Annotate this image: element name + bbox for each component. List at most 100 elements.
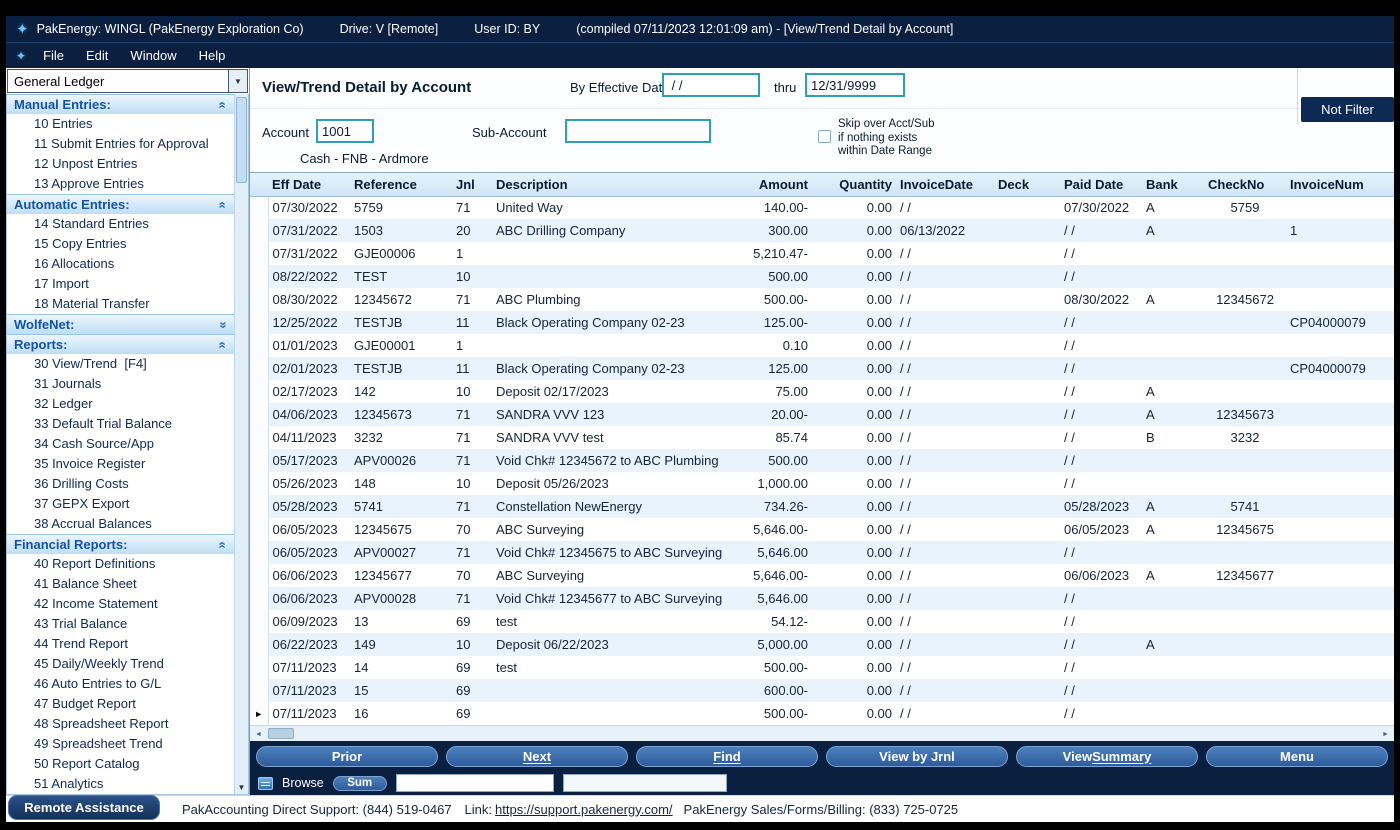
sidebar-item-32-ledger[interactable]: 32 Ledger: [7, 394, 234, 414]
sidebar-item-49-spreadsheet-trend[interactable]: 49 Spreadsheet Trend: [7, 734, 234, 754]
chevron-collapse-icon[interactable]: «: [217, 541, 227, 548]
col-header-description[interactable]: Description: [492, 173, 736, 196]
table-row[interactable]: 07/11/20231569600.00-0.00/ // /: [250, 679, 1394, 702]
sidebar-item-51-analytics[interactable]: 51 Analytics: [7, 774, 234, 794]
sidebar-item-18-material-transfer[interactable]: 18 Material Transfer: [7, 294, 234, 314]
chevron-collapse-icon[interactable]: «: [217, 341, 227, 348]
sidebar-item-30-view-trend-f4[interactable]: 30 View/Trend [F4]: [7, 354, 234, 374]
sidebar-item-48-spreadsheet-report[interactable]: 48 Spreadsheet Report: [7, 714, 234, 734]
table-row[interactable]: ►07/11/20231669500.00-0.00/ // /: [250, 702, 1394, 725]
table-row[interactable]: 05/17/2023APV0002671Void Chk# 12345672 t…: [250, 449, 1394, 472]
sidebar-item-46-auto-entries-to-g-l[interactable]: 46 Auto Entries to G/L: [7, 674, 234, 694]
button-view-by-jrnl[interactable]: View by Jrnl: [826, 746, 1008, 767]
button-menu[interactable]: Menu: [1206, 746, 1388, 767]
skip-checkbox[interactable]: [818, 130, 831, 143]
sidebar-section-manual-entries[interactable]: Manual Entries:«: [7, 94, 234, 114]
button-prior[interactable]: Prior: [256, 746, 438, 767]
table-row[interactable]: 07/31/2022GJE0000615,210.47-0.00/ // /: [250, 242, 1394, 265]
col-header-invoicedate[interactable]: InvoiceDate: [896, 173, 994, 196]
sidebar-section-financial-reports[interactable]: Financial Reports:«: [7, 534, 234, 554]
sidebar-item-13-approve-entries[interactable]: 13 Approve Entries: [7, 174, 234, 194]
sidebar-item-41-balance-sheet[interactable]: 41 Balance Sheet: [7, 574, 234, 594]
sidebar-item-47-budget-report[interactable]: 47 Budget Report: [7, 694, 234, 714]
chevron-collapse-icon[interactable]: «: [217, 101, 227, 108]
button-next[interactable]: Next: [446, 746, 628, 767]
table-row[interactable]: 08/22/2022TEST10500.000.00/ // /: [250, 265, 1394, 288]
table-row[interactable]: 06/06/20231234567770ABC Surveying5,646.0…: [250, 564, 1394, 587]
table-row[interactable]: 02/17/202314210Deposit 02/17/202375.000.…: [250, 380, 1394, 403]
browse-secondary-input[interactable]: [563, 774, 727, 792]
support-link[interactable]: https://support.pakenergy.com/: [495, 802, 673, 817]
sidebar-item-10-entries[interactable]: 10 Entries: [7, 114, 234, 134]
table-row[interactable]: 04/06/20231234567371SANDRA VVV 12320.00-…: [250, 403, 1394, 426]
table-row[interactable]: 07/30/2022575971United Way140.00-0.00/ /…: [250, 196, 1394, 219]
sidebar-item-36-drilling-costs[interactable]: 36 Drilling Costs: [7, 474, 234, 494]
col-header-amount[interactable]: Amount: [736, 173, 812, 196]
menu-file[interactable]: File: [32, 44, 75, 67]
sidebar-item-38-accrual-balances[interactable]: 38 Accrual Balances: [7, 514, 234, 534]
button-find[interactable]: Find: [636, 746, 818, 767]
col-header-checkno[interactable]: CheckNo: [1204, 173, 1286, 196]
chevron-down-icon[interactable]: ▼: [228, 70, 247, 92]
col-header-bank[interactable]: Bank: [1142, 173, 1204, 196]
scroll-right-icon[interactable]: ►: [1378, 727, 1393, 741]
sidebar-section-reports[interactable]: Reports:«: [7, 334, 234, 354]
sidebar-item-35-invoice-register[interactable]: 35 Invoice Register: [7, 454, 234, 474]
table-row[interactable]: 01/01/2023GJE0000110.100.00/ // /: [250, 334, 1394, 357]
hscroll-thumb[interactable]: [268, 728, 294, 739]
sidebar-scrollbar[interactable]: ▼: [234, 94, 248, 794]
not-filter-button[interactable]: Not Filter: [1301, 97, 1394, 122]
scrollbar-thumb[interactable]: [236, 97, 247, 183]
effective-date-to-input[interactable]: [805, 73, 905, 97]
chevron-expand-icon[interactable]: «: [217, 321, 227, 328]
sidebar-item-16-allocations[interactable]: 16 Allocations: [7, 254, 234, 274]
table-row[interactable]: 04/11/2023323271SANDRA VVV test85.740.00…: [250, 426, 1394, 449]
col-header-quantity[interactable]: Quantity: [812, 173, 896, 196]
sidebar-section-automatic-entries[interactable]: Automatic Entries:«: [7, 194, 234, 214]
sidebar-item-43-trial-balance[interactable]: 43 Trial Balance: [7, 614, 234, 634]
module-selector[interactable]: General Ledger ▼: [7, 69, 248, 93]
col-header-reference[interactable]: Reference: [350, 173, 452, 196]
sidebar-item-34-cash-source-app[interactable]: 34 Cash Source/App: [7, 434, 234, 454]
sidebar-item-11-submit-entries-for-approval[interactable]: 11 Submit Entries for Approval: [7, 134, 234, 154]
subaccount-input[interactable]: [565, 119, 711, 143]
table-row[interactable]: 07/31/2022150320ABC Drilling Company300.…: [250, 219, 1394, 242]
col-header-invoicenum[interactable]: InvoiceNum: [1286, 173, 1394, 196]
remote-assistance-button[interactable]: Remote Assistance: [8, 795, 160, 820]
sidebar-item-44-trend-report[interactable]: 44 Trend Report: [7, 634, 234, 654]
col-header-paid-date[interactable]: Paid Date: [1060, 173, 1142, 196]
table-row[interactable]: 06/22/202314910Deposit 06/22/20235,000.0…: [250, 633, 1394, 656]
table-row[interactable]: 08/30/20221234567271ABC Plumbing500.00-0…: [250, 288, 1394, 311]
sidebar-item-17-import[interactable]: 17 Import: [7, 274, 234, 294]
sidebar-item-42-income-statement[interactable]: 42 Income Statement: [7, 594, 234, 614]
table-row[interactable]: 02/01/2023TESTJB11Black Operating Compan…: [250, 357, 1394, 380]
horizontal-scrollbar[interactable]: ◄ ►: [250, 725, 1394, 741]
table-row[interactable]: 06/05/20231234567570ABC Surveying5,646.0…: [250, 518, 1394, 541]
sum-button[interactable]: Sum: [333, 776, 387, 791]
table-row[interactable]: 05/28/2023574171Constellation NewEnergy7…: [250, 495, 1394, 518]
sidebar-section-wolfenet[interactable]: WolfeNet:«: [7, 314, 234, 334]
table-row[interactable]: 12/25/2022TESTJB11Black Operating Compan…: [250, 311, 1394, 334]
sidebar-item-50-report-catalog[interactable]: 50 Report Catalog: [7, 754, 234, 774]
col-header-eff-date[interactable]: Eff Date: [268, 173, 350, 196]
browse-search-input[interactable]: [396, 774, 554, 792]
sidebar-item-15-copy-entries[interactable]: 15 Copy Entries: [7, 234, 234, 254]
table-row[interactable]: 06/09/20231369test54.12-0.00/ // /: [250, 610, 1394, 633]
scrollbar-down-icon[interactable]: ▼: [235, 783, 248, 792]
button-view-summary[interactable]: View Summary: [1016, 746, 1198, 767]
sidebar-item-33-default-trial-balance[interactable]: 33 Default Trial Balance: [7, 414, 234, 434]
table-row[interactable]: 05/26/202314810Deposit 05/26/20231,000.0…: [250, 472, 1394, 495]
menu-edit[interactable]: Edit: [75, 44, 119, 67]
col-header-jnl[interactable]: Jnl: [452, 173, 492, 196]
table-row[interactable]: 06/06/2023APV0002871Void Chk# 12345677 t…: [250, 587, 1394, 610]
sidebar-item-40-report-definitions[interactable]: 40 Report Definitions: [7, 554, 234, 574]
effective-date-from-input[interactable]: [662, 73, 760, 97]
table-row[interactable]: 07/11/20231469test500.00-0.00/ // /: [250, 656, 1394, 679]
menu-window[interactable]: Window: [119, 44, 187, 67]
sidebar-item-31-journals[interactable]: 31 Journals: [7, 374, 234, 394]
col-header-deck[interactable]: Deck: [994, 173, 1060, 196]
sidebar-item-12-unpost-entries[interactable]: 12 Unpost Entries: [7, 154, 234, 174]
chevron-collapse-icon[interactable]: «: [217, 201, 227, 208]
menu-help[interactable]: Help: [188, 44, 237, 67]
sidebar-item-45-daily-weekly-trend[interactable]: 45 Daily/Weekly Trend: [7, 654, 234, 674]
